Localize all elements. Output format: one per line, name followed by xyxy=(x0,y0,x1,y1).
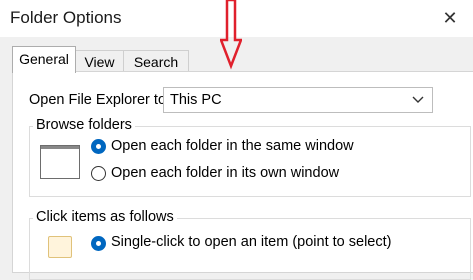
tab-search[interactable]: Search xyxy=(123,50,189,73)
window-title: Folder Options xyxy=(10,8,122,27)
open-explorer-label: Open File Explorer to: xyxy=(29,92,171,108)
same-window-label[interactable]: Open each folder in the same window xyxy=(111,138,354,154)
radio-own-window[interactable] xyxy=(91,166,106,181)
radio-single-click[interactable] xyxy=(91,236,106,251)
tab-general[interactable]: General xyxy=(12,46,76,73)
down-arrow-annotation-icon xyxy=(220,0,242,70)
tab-view[interactable]: View xyxy=(74,50,125,73)
click-preview-icon xyxy=(48,236,72,258)
chevron-down-icon xyxy=(412,96,424,103)
open-explorer-value: This PC xyxy=(170,92,222,108)
folder-window-preview-icon xyxy=(40,145,80,179)
browse-folders-group xyxy=(29,126,471,197)
open-explorer-dropdown[interactable]: This PC xyxy=(163,87,433,113)
own-window-label[interactable]: Open each folder in its own window xyxy=(111,165,339,181)
single-click-label[interactable]: Single-click to open an item (point to s… xyxy=(111,234,391,250)
radio-same-window[interactable] xyxy=(91,139,106,154)
close-icon: ✕ xyxy=(442,8,458,28)
close-button[interactable]: ✕ xyxy=(427,0,473,37)
click-items-title: Click items as follows xyxy=(33,209,177,225)
browse-folders-title: Browse folders xyxy=(33,117,135,133)
